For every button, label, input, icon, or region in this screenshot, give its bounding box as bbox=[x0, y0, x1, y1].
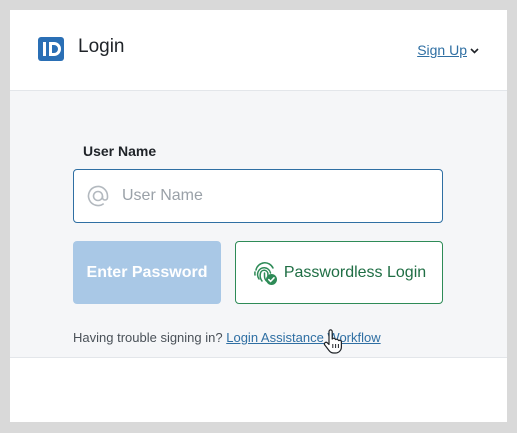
username-label: User Name bbox=[83, 143, 157, 159]
login-header: Login Sign Up bbox=[10, 10, 507, 91]
chevron-down-icon bbox=[470, 48, 479, 54]
login-assistance-link[interactable]: Login Assistance Workflow bbox=[226, 330, 380, 345]
passwordless-login-label: Passwordless Login bbox=[283, 263, 427, 281]
id-badge-icon bbox=[38, 37, 64, 61]
username-input[interactable] bbox=[122, 170, 422, 222]
help-prompt: Having trouble signing in? bbox=[73, 330, 223, 345]
passwordless-login-button[interactable]: Passwordless Login bbox=[235, 241, 443, 304]
at-icon bbox=[87, 185, 109, 207]
username-field[interactable] bbox=[73, 169, 443, 223]
sign-up-label: Sign Up bbox=[417, 42, 467, 58]
enter-password-button[interactable]: Enter Password bbox=[73, 241, 221, 304]
fingerprint-check-icon bbox=[253, 261, 277, 285]
login-form: User Name Enter Password Pass bbox=[10, 91, 507, 358]
hand-pointer-icon bbox=[323, 329, 342, 354]
login-card: Login Sign Up User Name Enter Password bbox=[10, 10, 507, 422]
sign-up-link[interactable]: Sign Up bbox=[417, 42, 479, 58]
page-title: Login bbox=[78, 36, 125, 57]
